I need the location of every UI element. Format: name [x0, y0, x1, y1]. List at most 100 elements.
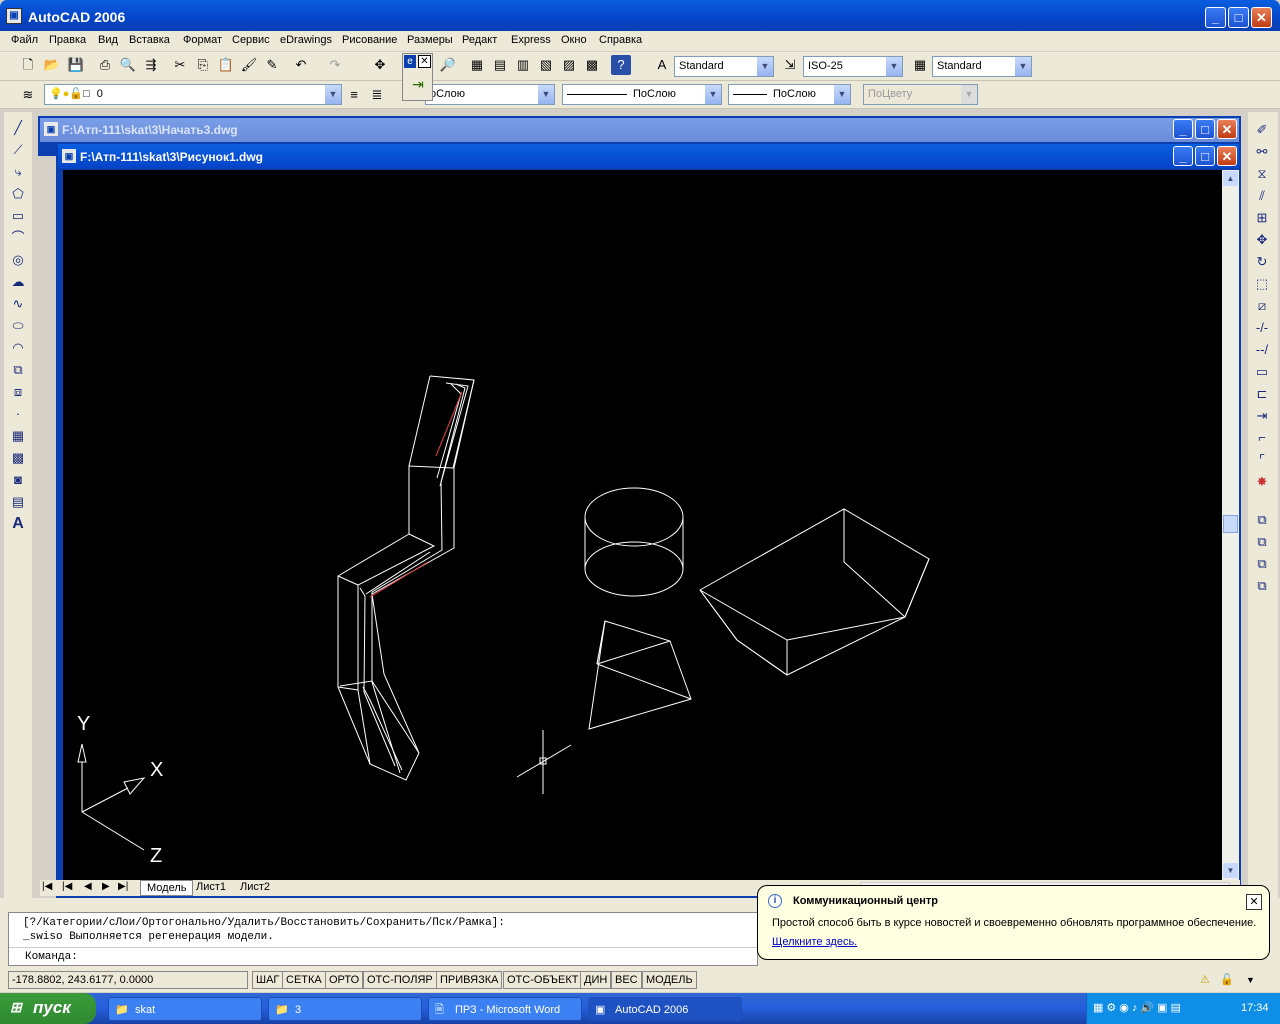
trim-icon[interactable]: -/- [1252, 318, 1272, 338]
move-icon[interactable]: ✥ [1252, 230, 1272, 250]
break-point-icon[interactable]: ▭ [1252, 362, 1272, 382]
region-icon[interactable]: ◙ [8, 470, 28, 490]
first-tab-icon[interactable]: |◀ [62, 881, 72, 892]
design-center-icon[interactable]: ▤ [490, 55, 510, 75]
menu-express[interactable]: Express [511, 34, 551, 46]
stretch-icon[interactable]: ⧄ [1252, 296, 1272, 316]
point-icon[interactable]: · [8, 404, 28, 424]
break-icon[interactable]: ⊏ [1252, 384, 1272, 404]
ellipse-icon[interactable]: ⬭ [8, 316, 28, 336]
line-icon[interactable]: ╱ [8, 118, 28, 138]
prev-tab-icon[interactable]: ◀ [84, 881, 92, 892]
construction-line-icon[interactable]: ⟋ [8, 140, 28, 160]
task-word[interactable]: 🗎 ПРЗ - Microsoft Word [428, 997, 582, 1021]
table-style-select[interactable]: Standard ▼ [932, 56, 1032, 77]
status-menu-icon[interactable]: ▼ [1246, 975, 1255, 985]
model-toggle[interactable]: МОДЕЛЬ [642, 971, 697, 989]
linetype-select[interactable]: ПоСлою ▼ [562, 84, 722, 105]
vertical-scrollbar[interactable]: ▲ ▼ [1222, 170, 1239, 880]
extend-icon[interactable]: --/ [1252, 340, 1272, 360]
mirror-icon[interactable]: ⧖ [1252, 164, 1272, 184]
menu-view[interactable]: Вид [98, 34, 118, 46]
layer-select[interactable]: 💡●🔓□ 0 ▼ [44, 84, 342, 105]
last-tab-icon[interactable]: ▶| [118, 881, 128, 892]
doc1-maximize-button[interactable]: □ [1195, 119, 1215, 139]
calculator-icon[interactable]: ▩ [582, 55, 602, 75]
zoom-previous-icon[interactable]: 🔎 [438, 55, 458, 75]
doc2-close-button[interactable]: ✕ [1217, 146, 1237, 166]
drawing-canvas[interactable]: Y X Z [63, 170, 1222, 880]
menu-draw[interactable]: Рисование [342, 34, 397, 46]
grid-toggle[interactable]: СЕТКА [282, 971, 326, 989]
edrawings-publish-icon[interactable]: ⇥ [408, 76, 428, 96]
rectangle-icon[interactable]: ▭ [8, 206, 28, 226]
maximize-button[interactable]: □ [1228, 7, 1249, 28]
block-editor-icon[interactable]: ✎ [262, 55, 282, 75]
revcloud-icon[interactable]: ☁ [8, 272, 28, 292]
snap-toggle[interactable]: ШАГ [252, 971, 284, 989]
dyn-toggle[interactable]: ДИН [580, 971, 612, 989]
doc2-minimize-button[interactable]: _ [1173, 146, 1193, 166]
document-title-bar-1[interactable]: ▣ F:\Атп-111\skat\3\Начать3.dwg _ □ ✕ [40, 118, 1239, 142]
close-icon[interactable]: ✕ [1246, 894, 1262, 910]
ellipse-arc-icon[interactable]: ◠ [8, 338, 28, 358]
start-button[interactable]: ⊞ пуск [0, 993, 96, 1024]
bring-to-front-icon[interactable]: ⧉ [1252, 510, 1272, 530]
layer-manager-icon[interactable]: ≋ [18, 85, 38, 105]
first-tab-icon[interactable]: |◀ [42, 881, 52, 892]
markup-icon[interactable]: ▨ [559, 55, 579, 75]
task-3[interactable]: 📁 3 [268, 997, 422, 1021]
menu-modify[interactable]: Редакт [462, 34, 497, 46]
sheet-set-icon[interactable]: ▧ [536, 55, 556, 75]
ortho-toggle[interactable]: ОРТО [325, 971, 364, 989]
circle-icon[interactable]: ◎ [8, 250, 28, 270]
osnap-toggle[interactable]: ПРИВЯЗКА [436, 971, 503, 989]
menu-dimension[interactable]: Размеры [407, 34, 453, 46]
close-icon[interactable]: ✕ [418, 55, 431, 68]
hatch-icon[interactable]: ▦ [8, 426, 28, 446]
open-icon[interactable]: 📂 [42, 55, 62, 75]
polyline-icon[interactable]: ⤷ [8, 162, 28, 182]
copy-object-icon[interactable]: ⚯ [1252, 142, 1272, 162]
command-window[interactable]: [?/Категории/сЛои/Ортогонально/Удалить/В… [8, 912, 758, 966]
cut-icon[interactable]: ✂ [170, 55, 190, 75]
spline-icon[interactable]: ∿ [8, 294, 28, 314]
doc1-minimize-button[interactable]: _ [1173, 119, 1193, 139]
gradient-icon[interactable]: ▩ [8, 448, 28, 468]
save-icon[interactable]: 💾 [66, 55, 86, 75]
fillet-icon[interactable]: ⌜ [1252, 450, 1272, 470]
command-prompt[interactable]: Команда: [25, 951, 78, 963]
color-select[interactable]: оСлою ▼ [425, 84, 555, 105]
doc1-close-button[interactable]: ✕ [1217, 119, 1237, 139]
lineweight-toggle[interactable]: ВЕС [611, 971, 642, 989]
arc-icon[interactable]: ⌒ [8, 228, 28, 248]
array-icon[interactable]: ⊞ [1252, 208, 1272, 228]
balloon-link[interactable]: Щелкните здесь. [772, 936, 857, 948]
scale-icon[interactable]: ⬚ [1252, 274, 1272, 294]
tab-layout2[interactable]: Лист2 [236, 881, 274, 893]
polygon-icon[interactable]: ⬠ [8, 184, 28, 204]
close-button[interactable]: ✕ [1251, 7, 1272, 28]
paste-icon[interactable]: 📋 [216, 55, 236, 75]
otrack-toggle[interactable]: ОТС-ОБЪЕКТ [503, 971, 583, 989]
undo-icon[interactable]: ↶ [291, 55, 311, 75]
explode-icon[interactable]: ✸ [1252, 472, 1272, 492]
send-under-icon[interactable]: ⧉ [1252, 576, 1272, 596]
task-skat[interactable]: 📁 skat [108, 997, 262, 1021]
copy-icon[interactable]: ⎘ [193, 55, 213, 75]
insert-block-icon[interactable]: ⧉ [8, 360, 28, 380]
menu-edit[interactable]: Правка [49, 34, 86, 46]
notification-balloon[interactable]: i Коммуникационный центр ✕ Простой спосо… [757, 885, 1270, 960]
minimize-button[interactable]: _ [1205, 7, 1226, 28]
send-to-back-icon[interactable]: ⧉ [1252, 532, 1272, 552]
lineweight-select[interactable]: ПоСлою ▼ [728, 84, 851, 105]
menu-insert[interactable]: Вставка [129, 34, 170, 46]
menu-window[interactable]: Окно [561, 34, 587, 46]
document-title-bar-2[interactable]: ▣ F:\Атп-111\skat\3\Рисунок1.dwg _ □ ✕ [58, 144, 1239, 168]
mtext-icon[interactable]: A [8, 514, 28, 534]
match-properties-icon[interactable]: 🖌 [239, 55, 259, 75]
make-block-icon[interactable]: ⧈ [8, 382, 28, 402]
tab-layout1[interactable]: Лист1 [192, 881, 230, 893]
scroll-up-icon[interactable]: ▲ [1223, 171, 1238, 186]
scroll-thumb[interactable] [1223, 515, 1238, 533]
